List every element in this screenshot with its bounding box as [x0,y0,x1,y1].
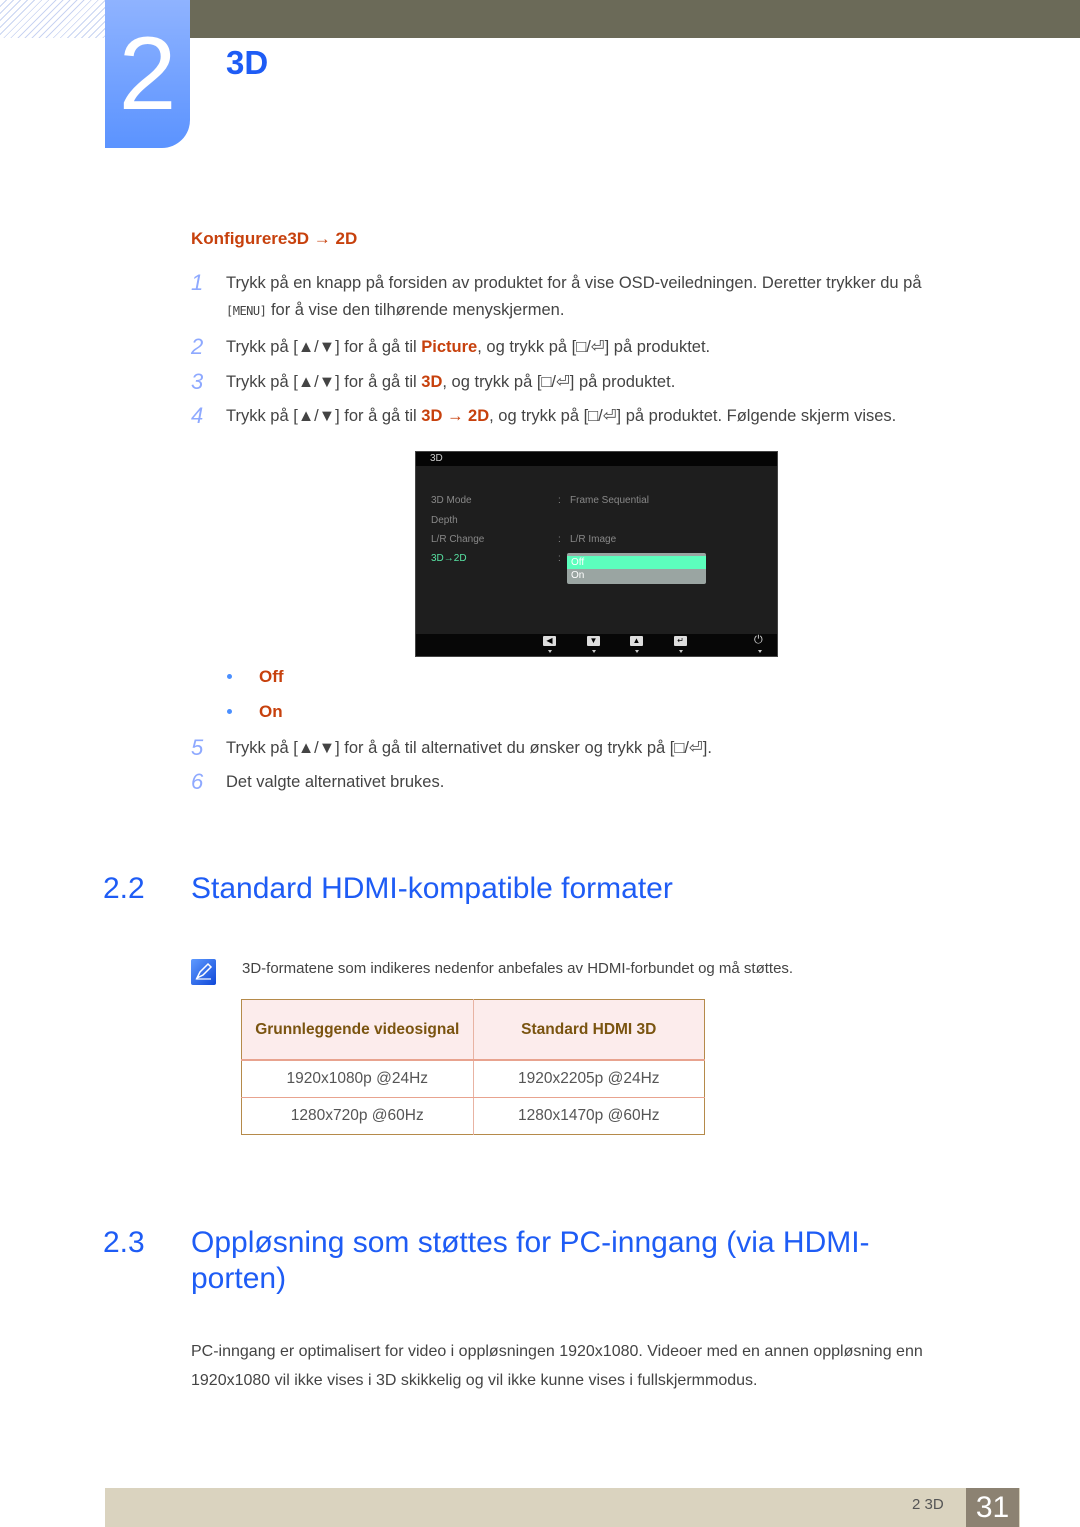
step-3: 3 Trykk på [▲/▼] for å gå til 3D, og tryk… [191,369,675,395]
osd-row-value: L/R Image [570,534,617,545]
osd-menu-screenshot: 3D 3D Mode : Frame Sequential Depth L/R … [415,451,778,657]
header-bar [190,0,1080,38]
osd-title: 3D [416,452,777,466]
step-number: 5 [191,735,204,760]
table-cell: 1280x1470p @60Hz [517,1107,660,1124]
step-text: for å vise den tilhørende menyskjermen. [266,301,565,319]
footer-chapter-label: 2 3D [912,1496,944,1513]
section-title: Oppløsning som støttes for PC-inngang (v… [191,1226,870,1259]
osd-option-selected: Off [567,556,706,569]
power-icon: ⏻ [754,634,763,646]
table-row: 1920x1080p @24Hz 1920x2205p @24Hz [241,1060,705,1098]
step-text: Trykk på en knapp på forsiden av produkt… [226,274,922,292]
step-4: 4 Trykk på [▲/▼] for å gå til 3D → 2D, og… [191,403,896,429]
page-number: 31 [966,1488,1019,1527]
highlight-term: Picture [421,338,478,356]
table-row: 1280x720p @60Hz 1280x1470p @60Hz [241,1097,705,1135]
option-label: Off [259,667,284,686]
table-header-row: Grunnleggende videosignal Standard HDMI … [241,999,705,1061]
highlight-term: 3D [421,373,443,391]
step-5: 5 Trykk på [▲/▼] for å gå til alternative… [191,735,712,761]
hdmi-formats-table: Grunnleggende videosignal Standard HDMI … [241,999,705,1135]
section-number: 2.2 [103,872,145,905]
caret-icon [548,650,552,653]
table-cell: 1280x720p @60Hz [241,1097,474,1135]
caret-icon [592,650,596,653]
step-text: , og trykk på [□/⏎] på produktet. Følgen… [489,407,897,425]
section-title: Standard HDMI-kompatible formater [191,872,673,905]
osd-colon: : [558,495,561,506]
section-heading-2-3: 2.3 Oppløsning som støttes for PC-inngang… [103,1226,870,1260]
note-icon [191,959,216,985]
step-2: 2 Trykk på [▲/▼] for å gå til Picture, og… [191,334,710,360]
step-6: 6 Det valgte alternativet brukes. [191,769,444,795]
paragraph-line: 1920x1080 vil ikke vises i 3D skikkelig … [191,1372,758,1389]
option-bullet: Off [227,667,284,687]
osd-colon: : [558,534,561,545]
chapter-number: 2 [118,16,177,132]
osd-option: On [571,570,585,581]
chapter-title: 3D [226,44,269,81]
caret-icon [758,650,762,653]
step-text: Trykk på [▲/▼] for å gå til [226,407,422,425]
step-text: Det valgte alternativet brukes. [226,773,445,791]
step-text: Trykk på [▲/▼] for å gå til [226,373,422,391]
subsection-heading: Konfigurere3D → 2D [191,229,358,248]
column-header: Standard HDMI 3D [473,999,705,1061]
section-title-continuation: porten) [191,1262,287,1295]
up-icon: ▲ [630,636,643,646]
paragraph-line: PC-inngang er optimalisert for video i o… [191,1343,923,1360]
step-number: 3 [191,369,204,394]
step-number: 4 [191,403,204,428]
left-icon: ◀ [543,636,556,646]
step-1-continuation: [MENU] for å vise den tilhørende menyskj… [226,301,564,320]
osd-button-bar: ◀ ▼ ▲ ↵ ⏻ [416,634,777,656]
bullet-dot [227,709,232,714]
osd-dropdown: Off On [567,553,706,584]
osd-row-label: Depth [431,515,458,526]
step-text: , og trykk på [□/⏎] på produktet. [442,373,676,391]
menu-key: [MENU] [226,304,267,318]
osd-row-label-active: 3D→2D [431,553,467,564]
step-1: 1 Trykk på en knapp på forsiden av produk… [191,270,922,296]
table-cell: 1920x1080p @24Hz [241,1060,474,1098]
step-number: 6 [191,769,204,794]
down-icon: ▼ [587,636,600,646]
osd-row-value: Frame Sequential [570,495,649,506]
chapter-number-badge: 2 [105,0,190,148]
osd-colon: : [558,553,561,564]
osd-row-label: L/R Change [431,534,485,545]
caret-icon [635,650,639,653]
note-text: 3D-formatene som indikeres nedenfor anbe… [242,960,794,977]
section-number: 2.3 [103,1226,145,1259]
highlight-term: 3D → 2D [421,407,490,425]
osd-row-label: 3D Mode [431,495,472,506]
decorative-hatch [0,0,105,38]
step-number: 2 [191,334,204,359]
column-header: Grunnleggende videosignal [241,999,474,1061]
footer-bar [105,1488,1020,1527]
option-bullet: On [227,702,283,722]
step-text: Trykk på [▲/▼] for å gå til [226,338,422,356]
bullet-dot [227,674,232,679]
section-heading-2-2: 2.2 Standard HDMI-kompatible formater [103,872,673,906]
step-number: 1 [191,270,204,295]
caret-icon [679,650,683,653]
enter-icon: ↵ [674,636,687,646]
table-cell: 1920x2205p @24Hz [473,1060,705,1098]
option-label: On [259,702,283,721]
step-text: , og trykk på [□/⏎] på produktet. [477,338,711,356]
step-text: Trykk på [▲/▼] for å gå til alternativet… [226,739,712,757]
